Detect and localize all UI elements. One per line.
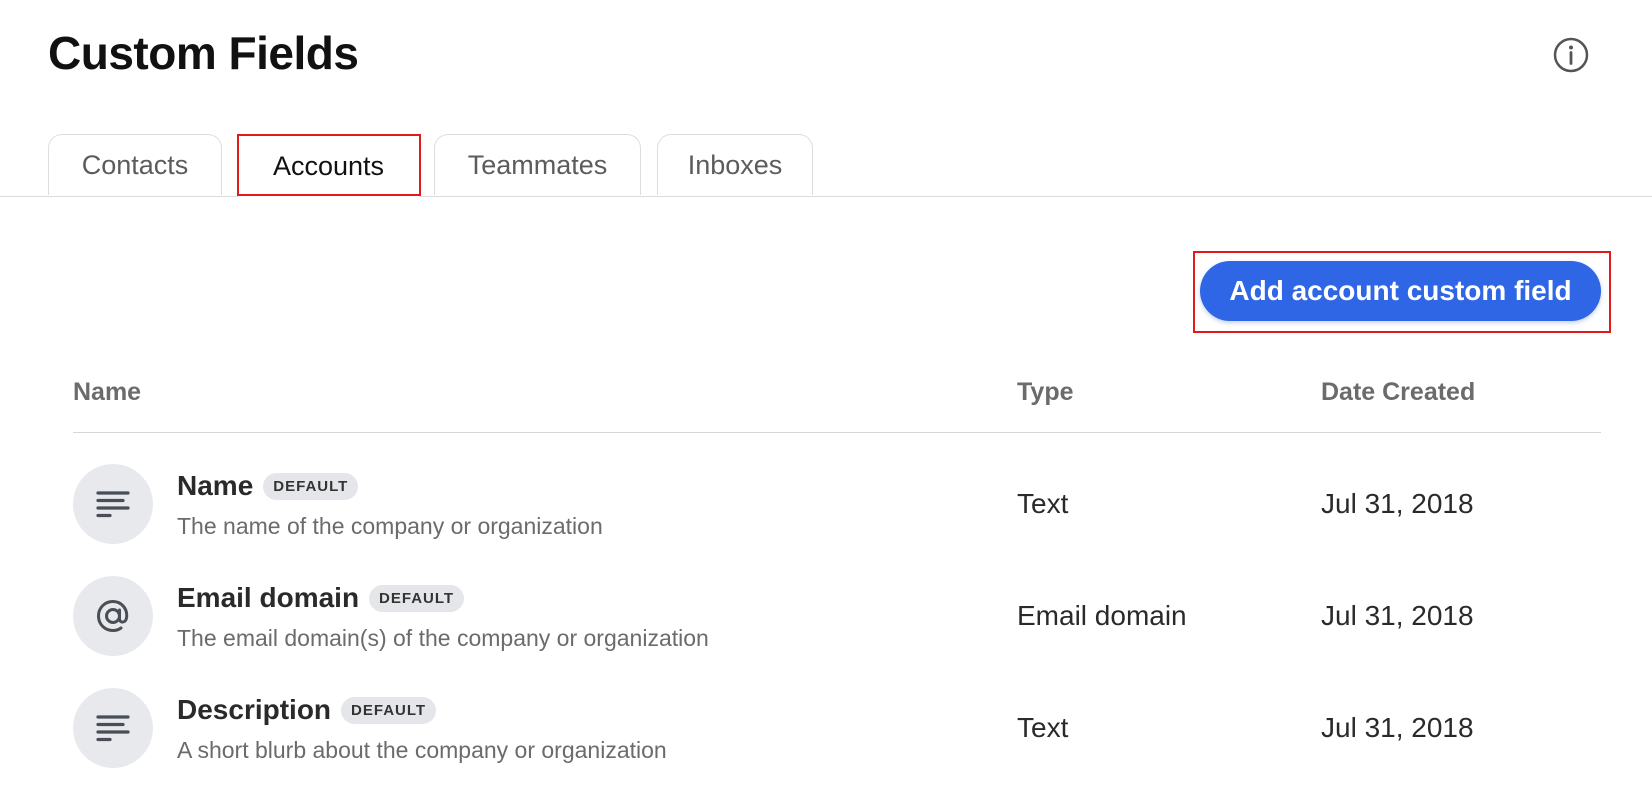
field-description: The email domain(s) of the company or or…	[177, 625, 709, 651]
field-name: Email domain	[177, 582, 360, 613]
column-header-date-created: Date Created	[1321, 378, 1476, 406]
field-type: Text	[1017, 488, 1069, 519]
default-badge: DEFAULT	[369, 584, 465, 612]
column-header-type: Type	[1017, 378, 1074, 406]
info-circle-icon	[1553, 37, 1589, 73]
table-row[interactable]: Name DEFAULT The name of the company or …	[73, 464, 1601, 544]
tab-teammates[interactable]: Teammates	[434, 134, 641, 195]
tab-accounts[interactable]: Accounts	[238, 134, 419, 197]
row-icon	[73, 688, 153, 768]
default-badge: DEFAULT	[341, 696, 437, 724]
table-row[interactable]: Description DEFAULT A short blurb about …	[73, 688, 1601, 768]
field-description: A short blurb about the company or organ…	[177, 737, 667, 763]
at-sign-icon	[96, 599, 129, 633]
row-icon	[73, 576, 153, 656]
field-description: The name of the company or organization	[177, 513, 603, 539]
text-lines-icon	[96, 491, 130, 518]
field-name: Name	[177, 470, 254, 501]
row-title-line: Email domain DEFAULT	[177, 582, 465, 614]
tab-contacts[interactable]: Contacts	[48, 134, 222, 195]
field-type: Text	[1017, 712, 1069, 743]
table-row[interactable]: Email domain DEFAULT The email domain(s)…	[73, 576, 1601, 656]
info-button[interactable]	[1552, 36, 1590, 74]
custom-fields-page: Custom Fields Contacts Accounts Teammate…	[0, 0, 1652, 788]
text-lines-icon	[96, 715, 130, 742]
row-icon	[73, 464, 153, 544]
tab-bar: Contacts Accounts Teammates Inboxes	[0, 134, 1652, 197]
field-type: Email domain	[1017, 600, 1187, 631]
field-date-created: Jul 31, 2018	[1321, 488, 1474, 519]
field-name: Description	[177, 694, 332, 725]
field-date-created: Jul 31, 2018	[1321, 712, 1474, 743]
field-date-created: Jul 31, 2018	[1321, 600, 1474, 631]
add-account-custom-field-button[interactable]: Add account custom field	[1200, 261, 1601, 321]
table-header: Name Type Date Created	[73, 374, 1601, 433]
tab-inboxes[interactable]: Inboxes	[657, 134, 813, 195]
default-badge: DEFAULT	[263, 472, 359, 500]
column-header-name: Name	[73, 378, 142, 406]
page-title: Custom Fields	[48, 27, 359, 79]
row-title-line: Name DEFAULT	[177, 470, 359, 502]
row-title-line: Description DEFAULT	[177, 694, 437, 726]
